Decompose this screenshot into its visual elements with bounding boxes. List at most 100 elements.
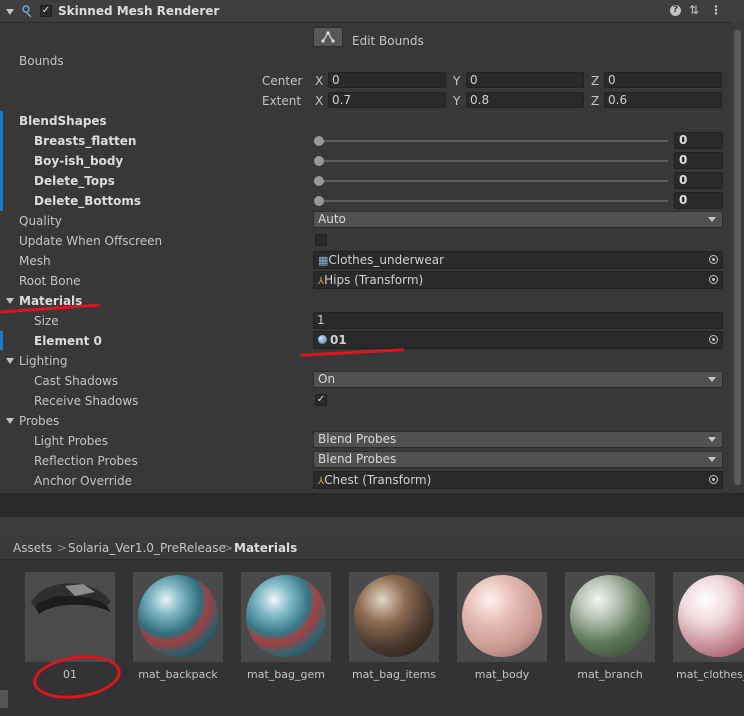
- blendshape-slider-knob[interactable]: [314, 156, 324, 166]
- lighting-foldout-arrow[interactable]: [6, 358, 14, 364]
- breadcrumb-separator: >: [223, 541, 234, 555]
- mesh-label: Mesh: [19, 254, 51, 268]
- blendshapes-override-bar: [0, 111, 3, 211]
- edit-bounds-icon: [321, 31, 335, 43]
- material-sphere-preview: [462, 575, 542, 657]
- object-picker-icon[interactable]: [709, 475, 718, 484]
- mesh-value: Clothes_underwear: [328, 253, 445, 267]
- extent-y-field[interactable]: 0.8: [466, 92, 584, 108]
- anchor-override-label: Anchor Override: [34, 474, 133, 488]
- asset-thumbnail[interactable]: [349, 572, 439, 662]
- materials-size-label: Size: [34, 314, 59, 328]
- inspector-scrollbar-thumb[interactable]: [734, 30, 741, 485]
- extent-x-field[interactable]: 0.7: [328, 92, 446, 108]
- materials-size-field[interactable]: 1: [313, 312, 723, 329]
- mesh-grid-icon: ▦: [318, 254, 329, 267]
- blendshape-slider[interactable]: [318, 160, 668, 162]
- asset-label: mat_body: [474, 668, 530, 681]
- blendshape-slider[interactable]: [318, 180, 668, 182]
- extent-z-field[interactable]: 0.6: [604, 92, 722, 108]
- root-bone-label: Root Bone: [19, 274, 81, 288]
- reflection-probes-label: Reflection Probes: [34, 454, 138, 468]
- panel-divider: [0, 493, 744, 517]
- material-sphere-preview: [246, 575, 326, 657]
- edit-bounds-label: Edit Bounds: [352, 34, 424, 48]
- annotation-underline-element: [299, 348, 405, 357]
- asset-thumbnail[interactable]: [241, 572, 331, 662]
- quality-dropdown[interactable]: Auto: [313, 211, 723, 228]
- asset-label: mat_bag_items: [351, 668, 437, 681]
- root-bone-field[interactable]: ⅄Hips (Transform): [313, 271, 723, 289]
- anchor-override-value: Chest (Transform): [324, 473, 432, 487]
- blendshape-slider-knob[interactable]: [314, 196, 324, 206]
- asset-thumbnail[interactable]: [457, 572, 547, 662]
- context-menu-icon[interactable]: ⋮: [710, 3, 722, 17]
- update-offscreen-checkbox[interactable]: [315, 234, 327, 246]
- breadcrumb-separator: >: [57, 541, 68, 555]
- blendshape-slider[interactable]: [318, 140, 668, 142]
- probes-label[interactable]: Probes: [19, 414, 59, 428]
- center-y-label: Y: [453, 74, 461, 88]
- object-picker-icon[interactable]: [709, 335, 718, 344]
- project-toolbar: [0, 517, 744, 538]
- materials-foldout-arrow[interactable]: [6, 298, 14, 304]
- center-label: Center: [262, 74, 303, 88]
- edit-bounds-button[interactable]: [313, 27, 343, 47]
- material-sphere-preview: [138, 575, 218, 657]
- receive-shadows-label: Receive Shadows: [34, 394, 139, 408]
- center-x-label: X: [315, 74, 324, 88]
- quality-value: Auto: [318, 212, 346, 226]
- center-y-field[interactable]: 0: [466, 72, 584, 88]
- presets-icon[interactable]: ⇅: [689, 3, 699, 17]
- breadcrumb-item[interactable]: Assets: [13, 541, 52, 555]
- chevron-down-icon: [708, 217, 716, 222]
- element-0-label: Element 0: [34, 334, 102, 348]
- blendshape-value-field[interactable]: 0: [674, 132, 723, 149]
- material-sphere-icon: [318, 335, 327, 344]
- asset-thumbnail[interactable]: [25, 572, 115, 662]
- blendshape-slider-knob[interactable]: [314, 136, 324, 146]
- element-0-field[interactable]: 01: [313, 331, 723, 349]
- mesh-field[interactable]: ▦Clothes_underwear: [313, 251, 723, 269]
- help-icon[interactable]: ?: [670, 5, 681, 16]
- cast-shadows-dropdown[interactable]: On: [313, 371, 723, 388]
- asset-thumbnail[interactable]: [565, 572, 655, 662]
- component-enabled-checkbox[interactable]: ✓: [40, 5, 52, 17]
- light-probes-value: Blend Probes: [318, 432, 397, 446]
- element-override-bar: [0, 331, 3, 350]
- blendshapes-label[interactable]: BlendShapes: [19, 114, 107, 128]
- blendshape-value-field[interactable]: 0: [674, 152, 723, 169]
- asset-grid-left-handle[interactable]: [0, 690, 8, 708]
- breadcrumb-item[interactable]: Solaria_Ver1.0_PreRelease: [68, 541, 226, 555]
- cast-shadows-value: On: [318, 372, 336, 386]
- update-offscreen-label: Update When Offscreen: [19, 234, 163, 248]
- anchor-override-field[interactable]: ⅄Chest (Transform): [313, 471, 723, 489]
- asset-thumbnail[interactable]: [133, 572, 223, 662]
- blendshape-label: Delete_Bottoms: [34, 194, 141, 208]
- inspector-scrollbar[interactable]: [731, 22, 744, 492]
- blendshape-value-field[interactable]: 0: [674, 172, 723, 189]
- asset-label: mat_bag_gem: [247, 668, 325, 681]
- blendshape-slider[interactable]: [318, 200, 668, 202]
- light-probes-label: Light Probes: [34, 434, 109, 448]
- probes-foldout-arrow[interactable]: [6, 418, 14, 424]
- chevron-down-icon: [708, 377, 716, 382]
- blendshape-slider-knob[interactable]: [314, 176, 324, 186]
- center-z-field[interactable]: 0: [604, 72, 722, 88]
- blendshape-value-field[interactable]: 0: [674, 192, 723, 209]
- asset-thumbnail[interactable]: [673, 572, 744, 662]
- lighting-label[interactable]: Lighting: [19, 354, 68, 368]
- material-sphere-preview: [570, 575, 650, 657]
- reflection-probes-dropdown[interactable]: Blend Probes: [313, 451, 723, 468]
- extent-z-label: Z: [591, 94, 600, 108]
- receive-shadows-checkbox[interactable]: ✓: [315, 394, 327, 406]
- component-foldout-arrow[interactable]: [6, 9, 14, 15]
- light-probes-dropdown[interactable]: Blend Probes: [313, 431, 723, 448]
- object-picker-icon[interactable]: [709, 275, 718, 284]
- chevron-down-icon: [708, 437, 716, 442]
- object-picker-icon[interactable]: [709, 255, 718, 264]
- reflection-probes-value: Blend Probes: [318, 452, 397, 466]
- root-bone-value: Hips (Transform): [324, 273, 424, 287]
- breadcrumb-item[interactable]: Materials: [234, 541, 297, 555]
- center-x-field[interactable]: 0: [328, 72, 446, 88]
